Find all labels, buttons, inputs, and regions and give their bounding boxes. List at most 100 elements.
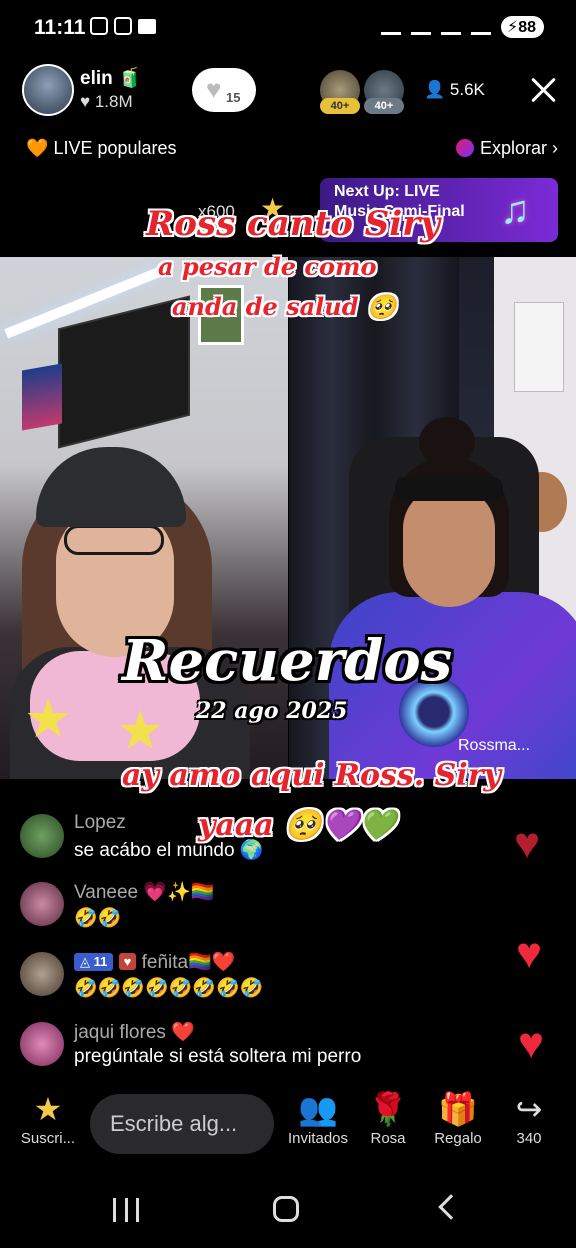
- status-bar: 11:11 ⚡88: [0, 0, 576, 56]
- heart-outline-icon: ♥: [206, 74, 222, 104]
- share-count: 340: [516, 1130, 542, 1147]
- guests-label: Invitados: [287, 1130, 349, 1147]
- bottom-action-bar: ★ Suscri... Escribe alg... 👥 Invitados 🌹…: [0, 1090, 576, 1160]
- wall-tv: [58, 295, 190, 449]
- wifi-icon: [440, 19, 461, 35]
- subscribe-button[interactable]: ★ Suscri...: [20, 1090, 76, 1147]
- commenter-avatar[interactable]: [20, 882, 64, 926]
- folder-icon: [138, 19, 156, 34]
- guests-icon: 👥: [298, 1091, 338, 1127]
- share-button[interactable]: ↪ 340: [506, 1090, 552, 1147]
- mute-icon: [410, 19, 431, 35]
- status-time: 11:11: [34, 16, 86, 39]
- person-icon: 👤: [424, 80, 446, 99]
- music-note-icon: ♫: [500, 188, 530, 232]
- level-badge: ◬ 11: [74, 953, 114, 971]
- comment-text: 🤣🤣🤣🤣🤣🤣🤣🤣: [74, 978, 264, 999]
- fan-badge-icon: ♥: [118, 953, 137, 970]
- heart-icon: ♥: [80, 92, 91, 111]
- status-left-icons: [90, 17, 156, 35]
- caption-line-1: Ross canto Siry: [146, 204, 440, 244]
- air-conditioner: [514, 302, 564, 392]
- comment-username[interactable]: Lopez: [74, 812, 126, 834]
- rose-gift-button[interactable]: 🌹 Rosa: [366, 1090, 410, 1147]
- chevron-right-icon: ›: [552, 138, 558, 158]
- caption-line-4: ay amo aqui Ross. Siry: [122, 758, 501, 793]
- screenshot-icon: [114, 17, 132, 35]
- battery-level: 88: [518, 19, 536, 36]
- comment-username[interactable]: jaqui flores ❤️: [74, 1020, 195, 1044]
- face: [403, 487, 495, 607]
- comment-username[interactable]: Vaneee 💗✨🏳️‍🌈: [74, 880, 214, 904]
- home-icon[interactable]: [273, 1196, 299, 1222]
- commenter-avatar[interactable]: [20, 814, 64, 858]
- star-icon: ★: [24, 689, 73, 749]
- headband: [395, 477, 503, 501]
- juice-emoji-icon: 🧃: [118, 68, 142, 89]
- viewer-count-button[interactable]: 👤 5.6K: [424, 80, 485, 100]
- host-likes-row: ♥ 1.8M: [80, 92, 133, 112]
- screen-record-icon: [90, 17, 108, 35]
- comment-input[interactable]: Escribe alg...: [90, 1094, 274, 1154]
- like-heart-icon: ♥: [516, 929, 543, 978]
- host-name: elin: [80, 68, 113, 89]
- headline-recuerdos: Recuerdos: [122, 628, 453, 694]
- guest-name[interactable]: Rossma...: [458, 737, 530, 755]
- headline-date: 22 ago 2025: [196, 698, 348, 724]
- gift-box-icon: 🎁: [438, 1091, 478, 1127]
- recent-apps-icon[interactable]: [113, 1198, 139, 1222]
- rose-label: Rosa: [370, 1130, 406, 1147]
- like-heart-icon: ♥: [518, 1019, 545, 1068]
- guest-person: [319, 417, 576, 779]
- live-header: elin 🧃 ♥ 1.8M ♥ 15 40+ 40+ 👤 5.6K: [0, 62, 576, 120]
- signal-icon: [470, 19, 491, 35]
- sleep-icon: [380, 19, 401, 35]
- viewer-count: 5.6K: [449, 80, 485, 99]
- viewer-rank-badge: 40+: [320, 98, 360, 114]
- status-right-icons: ⚡88: [380, 16, 544, 38]
- orange-heart-icon: 🧡: [26, 138, 49, 158]
- comment-username: feñita🏳️‍🌈❤️: [141, 952, 236, 973]
- gift-button[interactable]: 🎁 Regalo: [430, 1090, 486, 1147]
- host-likes: 1.8M: [94, 92, 133, 111]
- host-person: ★ ★: [10, 437, 260, 779]
- comment-text: se acábo el mundo 🌍: [74, 840, 264, 861]
- back-icon[interactable]: [438, 1194, 464, 1220]
- like-heart-icon: ♥: [514, 819, 541, 868]
- viewer-rank-badge: 40+: [364, 98, 404, 114]
- explore-link[interactable]: Explorar ›: [455, 138, 558, 159]
- popular-label: LIVE populares: [53, 138, 177, 158]
- live-popular-link[interactable]: 🧡 LIVE populares: [26, 138, 177, 159]
- comment-user-row[interactable]: ◬ 11 ♥ feñita🏳️‍🌈❤️: [74, 950, 235, 974]
- follow-count: 15: [226, 90, 241, 105]
- next-up-title: Next Up: LIVE: [334, 183, 440, 200]
- explore-icon: [455, 139, 474, 157]
- battery-indicator: ⚡88: [500, 16, 544, 38]
- top-viewer-avatar-1[interactable]: 40+: [320, 70, 360, 114]
- commenter-avatar[interactable]: [20, 952, 64, 996]
- rose-icon: 🌹: [368, 1091, 408, 1127]
- host-name-row[interactable]: elin 🧃: [80, 66, 142, 90]
- hair-bun: [419, 417, 475, 467]
- guests-button[interactable]: 👥 Invitados: [284, 1090, 352, 1147]
- close-icon[interactable]: [528, 74, 560, 106]
- star-icon: ★: [33, 1091, 63, 1127]
- subscribe-label: Suscri...: [20, 1130, 76, 1147]
- explore-label: Explorar: [479, 138, 547, 158]
- cap: [36, 447, 186, 527]
- comment-text: 🤣🤣: [74, 908, 122, 929]
- caption-line-3: anda de salud 🥺: [172, 292, 397, 321]
- follow-button[interactable]: ♥ 15: [192, 68, 256, 112]
- comment-text: pregúntale si está soltera mi perro: [74, 1046, 362, 1067]
- commenter-avatar[interactable]: [20, 1022, 64, 1066]
- share-arrow-icon: ↪: [515, 1091, 543, 1127]
- host-avatar[interactable]: [22, 64, 74, 116]
- star-icon: ★: [116, 701, 165, 761]
- wall-poster: [22, 363, 62, 431]
- gift-label: Regalo: [434, 1130, 482, 1147]
- system-nav-bar: [0, 1170, 576, 1248]
- glasses: [64, 525, 164, 555]
- caption-line-2: a pesar de como: [158, 252, 377, 281]
- level-number: 11: [93, 954, 108, 969]
- top-viewer-avatar-2[interactable]: 40+: [364, 70, 404, 114]
